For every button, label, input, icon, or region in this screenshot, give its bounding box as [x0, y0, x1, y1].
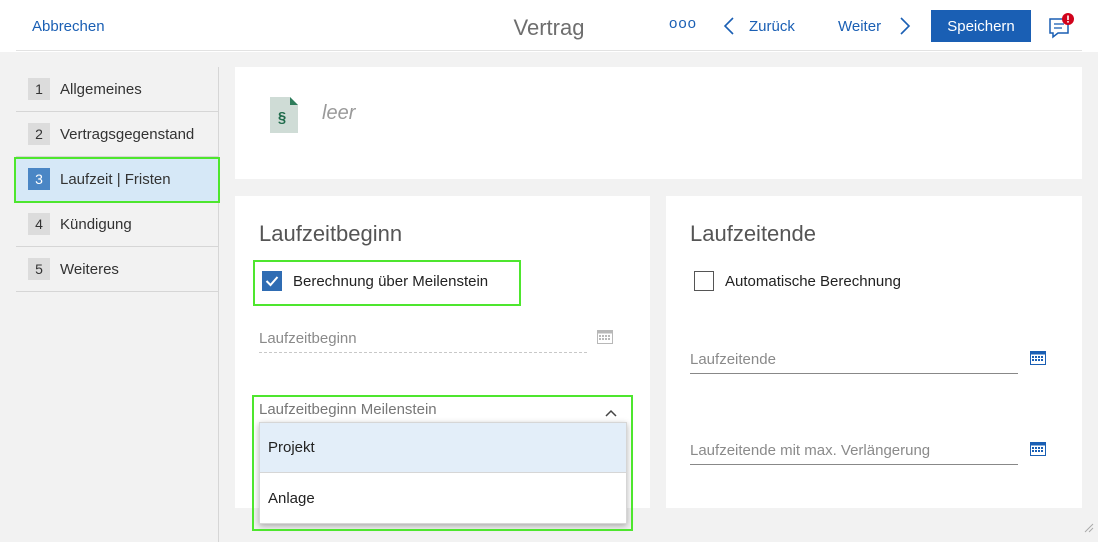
paragraph-symbol: §: [278, 109, 286, 126]
milestone-calculation-checkbox-row[interactable]: Berechnung über Meilenstein: [262, 271, 488, 291]
sidebar-item-laufzeit-fristen[interactable]: 3 Laufzeit | Fristen: [16, 157, 219, 202]
field-underline: [259, 352, 587, 353]
auto-calculation-checkbox-row[interactable]: Automatische Berechnung: [694, 271, 901, 291]
step-number: 4: [28, 213, 50, 235]
laufzeitende-field[interactable]: Laufzeitende: [690, 351, 1018, 375]
step-number: 2: [28, 123, 50, 145]
calendar-icon: [597, 330, 613, 349]
top-bar: Abbrechen Vertrag ooo Zurück Weiter Spei…: [0, 0, 1098, 52]
laufzeitende-placeholder: Laufzeitende: [690, 351, 776, 368]
step-number: 1: [28, 78, 50, 100]
document-empty-text: leer: [322, 102, 356, 124]
checkmark-icon: [265, 276, 279, 287]
sidebar-item-vertragsgegenstand[interactable]: 2 Vertragsgegenstand: [16, 112, 219, 157]
auto-calculation-label: Automatische Berechnung: [725, 272, 901, 290]
calendar-icon[interactable]: [1030, 442, 1046, 461]
laufzeitende-max-placeholder: Laufzeitende mit max. Verlängerung: [690, 442, 931, 459]
laufzeitende-max-field[interactable]: Laufzeitende mit max. Verlängerung: [690, 442, 1018, 466]
chevron-right-icon[interactable]: [898, 16, 912, 41]
cancel-link[interactable]: Abbrechen: [32, 18, 105, 35]
sidebar-item-label: Allgemeines: [60, 80, 142, 98]
header-divider: [16, 50, 1082, 51]
step-number: 5: [28, 258, 50, 280]
calendar-icon[interactable]: [1030, 351, 1046, 370]
sidebar-item-kuendigung[interactable]: 4 Kündigung: [16, 202, 219, 247]
document-card: § leer: [235, 67, 1082, 179]
dropdown-option-anlage[interactable]: Anlage: [260, 473, 626, 523]
laufzeitende-title: Laufzeitende: [690, 221, 816, 246]
laufzeitbeginn-date-placeholder: Laufzeitbeginn: [259, 330, 357, 347]
contract-document-icon: §: [269, 96, 299, 139]
sidebar-item-weiteres[interactable]: 5 Weiteres: [16, 247, 219, 292]
next-link[interactable]: Weiter: [838, 18, 881, 35]
sidebar-item-allgemeines[interactable]: 1 Allgemeines: [16, 67, 219, 112]
sidebar-item-label: Vertragsgegenstand: [60, 125, 195, 143]
step-navigation: 1 Allgemeines 2 Vertragsgegenstand 3 Lau…: [16, 67, 219, 292]
field-underline: [690, 464, 1018, 465]
back-link[interactable]: Zurück: [749, 18, 795, 35]
sidebar-item-label: Laufzeit | Fristen: [60, 170, 171, 188]
comment-notification-icon[interactable]: [1048, 13, 1076, 41]
resize-grip-icon[interactable]: [1082, 520, 1094, 538]
laufzeitende-card: Laufzeitende Automatische Berechnung Lau…: [666, 196, 1082, 508]
milestone-dropdown-list: Projekt Anlage: [259, 422, 627, 524]
chevron-left-icon[interactable]: [722, 16, 736, 41]
milestone-calculation-label: Berechnung über Meilenstein: [293, 272, 489, 290]
dropdown-option-projekt[interactable]: Projekt: [260, 423, 626, 473]
auto-calculation-checkbox[interactable]: [694, 271, 714, 291]
more-options-button[interactable]: ooo: [669, 15, 697, 32]
field-underline: [690, 373, 1018, 374]
sidebar-divider: [218, 67, 219, 542]
laufzeitbeginn-date-field[interactable]: Laufzeitbeginn: [259, 330, 587, 354]
chevron-up-icon[interactable]: [605, 404, 617, 422]
milestone-calculation-checkbox[interactable]: [262, 271, 282, 291]
sidebar-item-label: Weiteres: [60, 260, 119, 278]
save-button[interactable]: Speichern: [931, 10, 1031, 42]
laufzeitbeginn-title: Laufzeitbeginn: [259, 221, 403, 246]
sidebar-item-label: Kündigung: [60, 215, 132, 233]
milestone-select-label[interactable]: Laufzeitbeginn Meilenstein: [259, 401, 437, 418]
step-number: 3: [28, 168, 50, 190]
